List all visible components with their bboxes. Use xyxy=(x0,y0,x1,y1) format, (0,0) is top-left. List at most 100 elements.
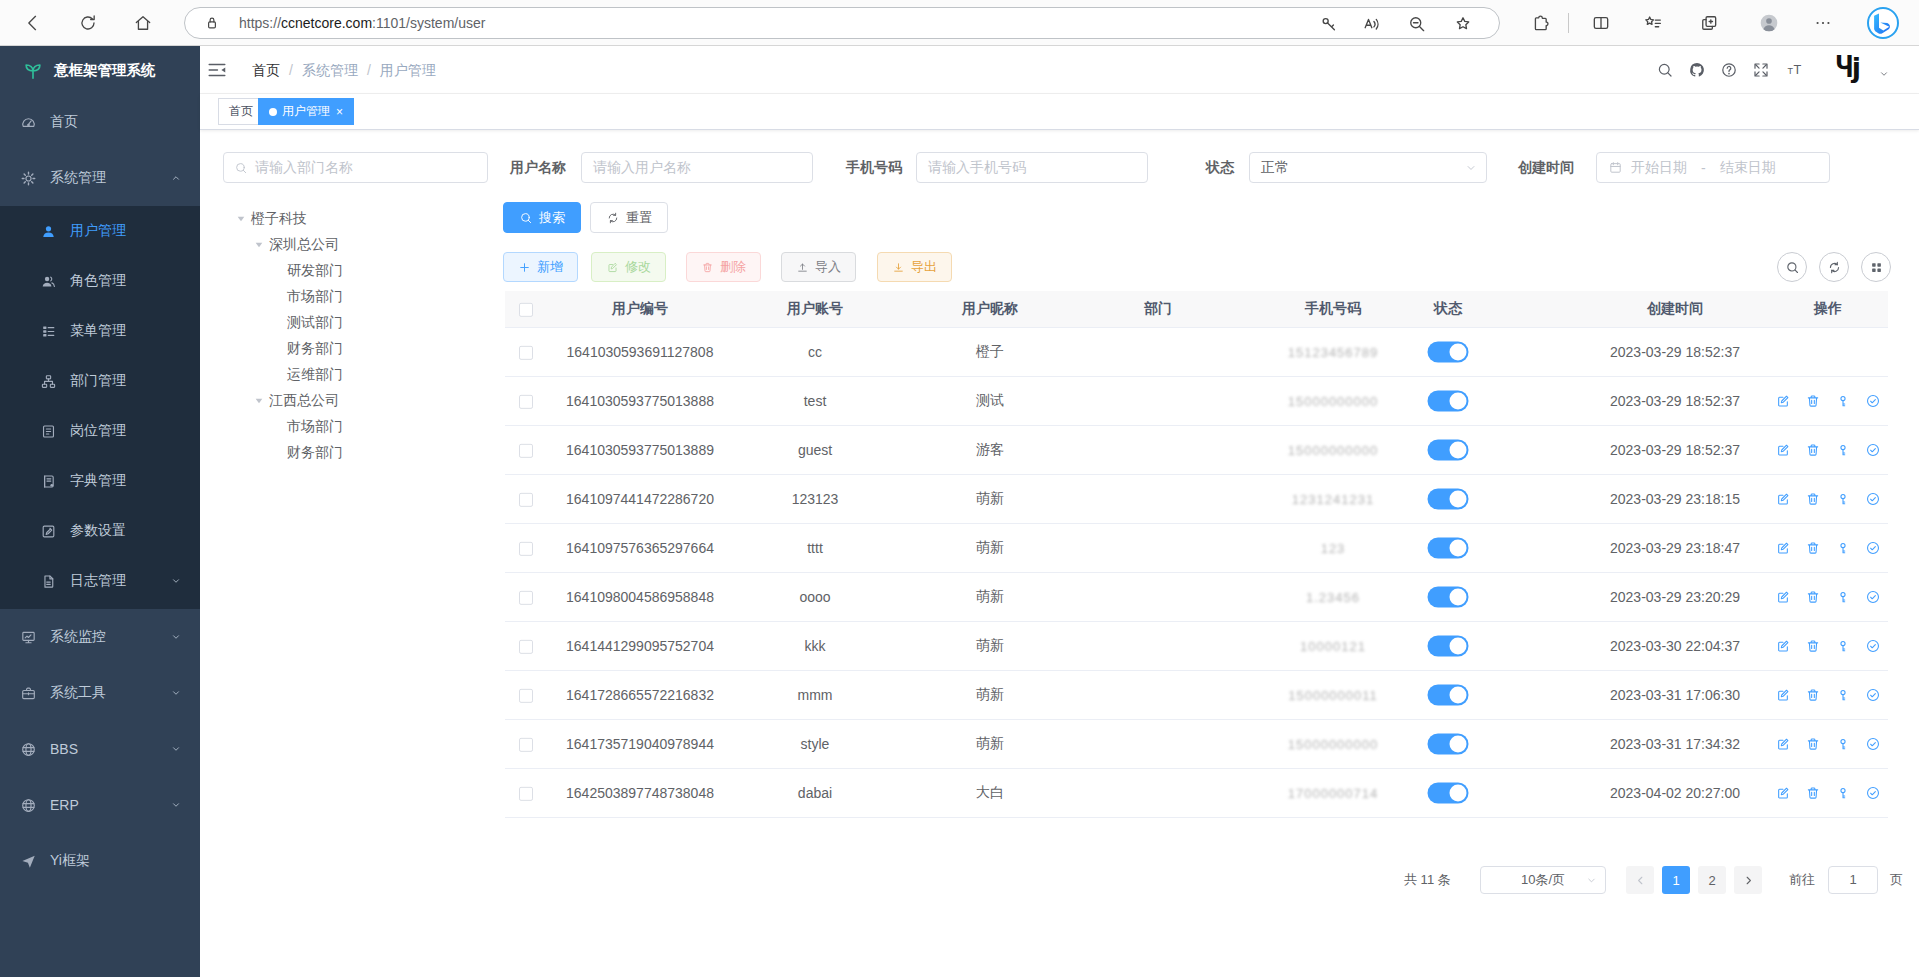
table-search-button[interactable] xyxy=(1777,252,1807,282)
copilot-icon[interactable] xyxy=(1866,6,1900,40)
collections-icon[interactable] xyxy=(1699,13,1719,33)
tree-expand-icon[interactable] xyxy=(251,237,267,253)
tree-node-市场部门[interactable]: 市场部门 xyxy=(223,414,488,440)
row-checkbox[interactable] xyxy=(519,540,533,556)
add-favorite-icon[interactable] xyxy=(1453,14,1473,34)
sidebar-item-角色管理[interactable]: 角色管理 xyxy=(0,256,200,306)
status-toggle[interactable] xyxy=(1428,587,1469,608)
table-refresh-button[interactable] xyxy=(1819,252,1849,282)
edit-button[interactable]: 修改 xyxy=(591,252,666,282)
tree-node-江西总公司[interactable]: 江西总公司 xyxy=(223,388,488,414)
row-delete-icon[interactable] xyxy=(1805,785,1821,801)
row-delete-icon[interactable] xyxy=(1805,393,1821,409)
dept-search-input[interactable]: 请输入部门名称 xyxy=(223,152,488,183)
row-checkbox[interactable] xyxy=(519,736,533,752)
user-logo[interactable]: Ⴗj xyxy=(1836,52,1860,83)
status-toggle[interactable] xyxy=(1428,636,1469,657)
more-menu-icon[interactable] xyxy=(1813,13,1833,33)
tree-node-财务部门[interactable]: 财务部门 xyxy=(223,336,488,362)
row-edit-icon[interactable] xyxy=(1775,785,1791,801)
row-assign-role-icon[interactable] xyxy=(1865,540,1881,556)
sidebar-item-BBS[interactable]: BBS xyxy=(0,721,200,777)
extensions-icon[interactable] xyxy=(1531,13,1551,33)
row-assign-role-icon[interactable] xyxy=(1865,785,1881,801)
row-checkbox[interactable] xyxy=(519,589,533,605)
row-assign-role-icon[interactable] xyxy=(1865,393,1881,409)
tree-node-运维部门[interactable]: 运维部门 xyxy=(223,362,488,388)
row-delete-icon[interactable] xyxy=(1805,491,1821,507)
row-assign-role-icon[interactable] xyxy=(1865,638,1881,654)
sidebar-item-部门管理[interactable]: 部门管理 xyxy=(0,356,200,406)
tree-node-橙子科技[interactable]: 橙子科技 xyxy=(223,206,488,232)
row-checkbox[interactable] xyxy=(519,687,533,703)
row-checkbox[interactable] xyxy=(519,442,533,458)
sidebar-item-参数设置[interactable]: 参数设置 xyxy=(0,506,200,556)
sidebar-item-系统监控[interactable]: 系统监控 xyxy=(0,609,200,665)
search-button[interactable]: 搜索 xyxy=(503,202,581,233)
row-edit-icon[interactable] xyxy=(1775,393,1791,409)
sidebar-item-菜单管理[interactable]: 菜单管理 xyxy=(0,306,200,356)
tree-node-财务部门[interactable]: 财务部门 xyxy=(223,440,488,466)
row-assign-role-icon[interactable] xyxy=(1865,589,1881,605)
import-button[interactable]: 导入 xyxy=(781,252,856,282)
status-toggle[interactable] xyxy=(1428,391,1469,412)
row-assign-role-icon[interactable] xyxy=(1865,491,1881,507)
row-delete-icon[interactable] xyxy=(1805,638,1821,654)
next-page-button[interactable] xyxy=(1734,866,1762,894)
tree-node-市场部门[interactable]: 市场部门 xyxy=(223,284,488,310)
tree-node-测试部门[interactable]: 测试部门 xyxy=(223,310,488,336)
page-size-select[interactable]: 10条/页 xyxy=(1480,866,1606,894)
row-checkbox[interactable] xyxy=(519,638,533,654)
zoom-out-icon[interactable] xyxy=(1407,14,1427,34)
reset-button[interactable]: 重置 xyxy=(590,202,668,233)
add-button[interactable]: 新增 xyxy=(503,252,578,282)
row-checkbox[interactable] xyxy=(519,785,533,801)
sidebar-item-系统管理[interactable]: 系统管理 xyxy=(0,150,200,206)
fullscreen-icon[interactable] xyxy=(1752,61,1770,79)
row-edit-icon[interactable] xyxy=(1775,589,1791,605)
fold-sidebar-icon[interactable] xyxy=(206,59,228,81)
sidebar-item-字典管理[interactable]: 字典管理 xyxy=(0,456,200,506)
status-toggle[interactable] xyxy=(1428,440,1469,461)
delete-button[interactable]: 删除 xyxy=(686,252,761,282)
split-screen-icon[interactable] xyxy=(1591,13,1611,33)
tree-expand-icon[interactable] xyxy=(233,211,249,227)
refresh-icon[interactable] xyxy=(78,13,98,33)
row-edit-icon[interactable] xyxy=(1775,736,1791,752)
row-checkbox[interactable] xyxy=(519,393,533,409)
row-reset-password-icon[interactable] xyxy=(1835,736,1851,752)
sidebar-item-Yi框架[interactable]: Yi框架 xyxy=(0,833,200,889)
page-button-2[interactable]: 2 xyxy=(1698,866,1726,894)
sidebar-item-首页[interactable]: 首页 xyxy=(0,94,200,150)
password-key-icon[interactable] xyxy=(1319,14,1339,34)
tree-node-研发部门[interactable]: 研发部门 xyxy=(223,258,488,284)
read-aloud-icon[interactable] xyxy=(1361,14,1381,34)
sidebar-item-日志管理[interactable]: 日志管理 xyxy=(0,556,200,606)
row-edit-icon[interactable] xyxy=(1775,638,1791,654)
github-icon[interactable] xyxy=(1688,61,1706,79)
row-edit-icon[interactable] xyxy=(1775,491,1791,507)
row-delete-icon[interactable] xyxy=(1805,442,1821,458)
row-reset-password-icon[interactable] xyxy=(1835,491,1851,507)
table-columns-button[interactable] xyxy=(1861,252,1891,282)
sidebar-item-岗位管理[interactable]: 岗位管理 xyxy=(0,406,200,456)
row-edit-icon[interactable] xyxy=(1775,540,1791,556)
header-checkbox[interactable] xyxy=(519,301,533,317)
row-assign-role-icon[interactable] xyxy=(1865,687,1881,703)
row-delete-icon[interactable] xyxy=(1805,540,1821,556)
goto-page-input[interactable]: 1 xyxy=(1828,866,1878,894)
status-toggle[interactable] xyxy=(1428,342,1469,363)
export-button[interactable]: 导出 xyxy=(877,252,952,282)
row-reset-password-icon[interactable] xyxy=(1835,393,1851,409)
font-size-icon[interactable]: TT xyxy=(1786,61,1804,79)
row-delete-icon[interactable] xyxy=(1805,687,1821,703)
sidebar-item-ERP[interactable]: ERP xyxy=(0,777,200,833)
tree-expand-icon[interactable] xyxy=(251,393,267,409)
row-assign-role-icon[interactable] xyxy=(1865,736,1881,752)
filter-phone-input[interactable]: 请输入手机号码 xyxy=(916,152,1148,183)
sidebar-item-系统工具[interactable]: 系统工具 xyxy=(0,665,200,721)
row-checkbox[interactable] xyxy=(519,344,533,360)
row-reset-password-icon[interactable] xyxy=(1835,638,1851,654)
row-edit-icon[interactable] xyxy=(1775,442,1791,458)
help-icon[interactable] xyxy=(1720,61,1738,79)
